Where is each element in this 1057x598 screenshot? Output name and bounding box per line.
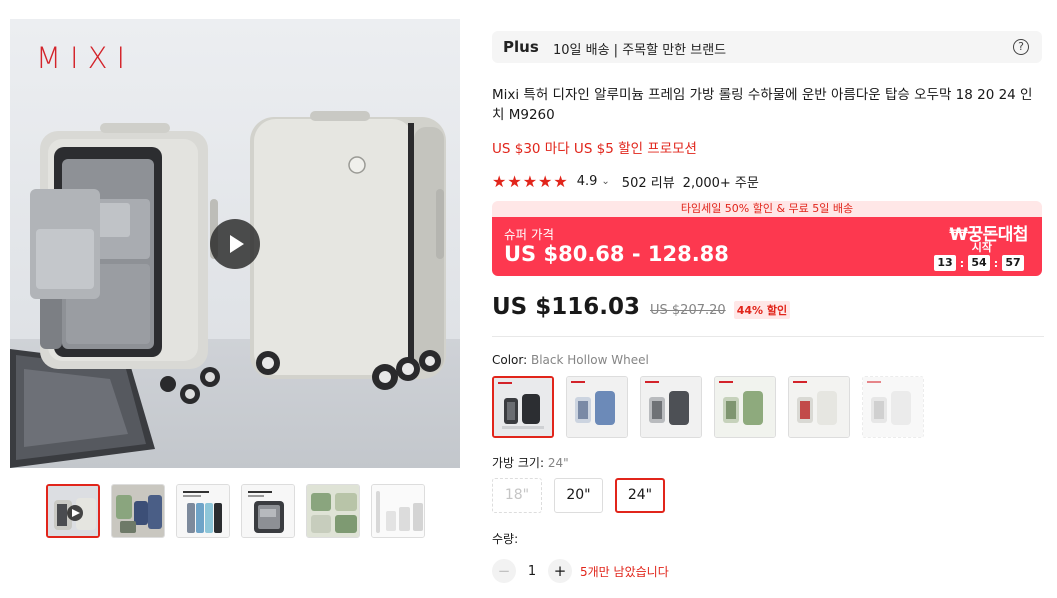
color-swatch-image xyxy=(715,377,775,437)
quantity-decrease-button[interactable]: − xyxy=(492,559,516,583)
plus-benefits-text: 10일 배송 | 주목할 만한 브랜드 xyxy=(553,43,727,58)
plus-logo: Plus xyxy=(503,38,539,56)
chevron-down-icon[interactable]: ⌄ xyxy=(601,176,609,187)
color-option-green[interactable] xyxy=(714,376,776,438)
quantity-input[interactable]: 1 xyxy=(516,564,548,579)
star-rating-icon: ★★★★★ xyxy=(492,171,569,191)
color-option-black[interactable] xyxy=(492,376,554,438)
color-swatch-image xyxy=(641,377,701,437)
thumbnail-size-lineup[interactable] xyxy=(371,484,425,538)
divider xyxy=(492,336,1044,337)
thumbnail-image xyxy=(372,485,424,537)
product-info-panel: Plus 10일 배송 | 주목할 만한 브랜드 ? Mixi 특허 디자인 알… xyxy=(492,0,1044,598)
order-count: 2,000+ 주문 xyxy=(682,175,759,191)
thumbnail-strip xyxy=(46,484,436,538)
color-swatch-image xyxy=(567,377,627,437)
countdown-minutes: 54 xyxy=(968,255,990,271)
thumbnail-green-lifestyle[interactable] xyxy=(306,484,360,538)
super-deal-banner: 슈퍼 가격 US $80.68 - 128.88 ₩꿍돈대첩 시작 13 : 5… xyxy=(492,217,1042,276)
product-title: Mixi 특허 디자인 알루미늄 프레임 가방 롤링 수하물에 운반 아름다운 … xyxy=(492,87,1033,123)
countdown-separator: : xyxy=(959,256,965,270)
discount-badge: 44% 할인 xyxy=(733,301,791,319)
size-value: 24" xyxy=(547,456,569,470)
thumbnail-video[interactable] xyxy=(46,484,100,538)
thumbnail-front-opening[interactable] xyxy=(241,484,295,538)
countdown-hours: 13 xyxy=(934,255,956,271)
main-product-image[interactable]: MIXI xyxy=(10,19,460,468)
super-deal-label: 슈퍼 가격 xyxy=(504,227,554,242)
video-play-button[interactable] xyxy=(210,219,260,269)
promotion-link[interactable]: US $30 마다 US $5 할인 프로모션 xyxy=(492,137,697,157)
event-start-label: 시작 xyxy=(971,241,992,254)
size-option-18[interactable]: 18" xyxy=(492,478,542,513)
color-label: Color: Black Hollow Wheel xyxy=(492,353,649,367)
size-option-20[interactable]: 20" xyxy=(554,478,603,513)
color-option-gray[interactable] xyxy=(640,376,702,438)
super-deal-price: US $80.68 - 128.88 xyxy=(504,242,729,266)
color-label-text: Color: xyxy=(492,353,531,367)
quantity-increase-button[interactable]: + xyxy=(548,559,572,583)
thumbnail-color-set[interactable] xyxy=(111,484,165,538)
current-price: US $116.03 xyxy=(492,294,641,320)
size-option-24[interactable]: 24" xyxy=(615,478,665,513)
stock-warning: 5개만 남았습니다 xyxy=(580,564,669,579)
rating-row: ★★★★★ 4.9 ⌄ 502 리뷰 2,000+ 주문 xyxy=(492,171,759,191)
thumbnail-image xyxy=(48,486,98,536)
color-option-blue[interactable] xyxy=(566,376,628,438)
original-price: US $207.20 xyxy=(650,303,726,318)
quantity-label: 수량: xyxy=(492,532,519,546)
color-option-white[interactable] xyxy=(788,376,850,438)
price-row: US $116.03 US $207.20 44% 할인 xyxy=(492,294,791,322)
review-count[interactable]: 502 리뷰 xyxy=(622,172,675,191)
plus-banner[interactable]: Plus 10일 배송 | 주목할 만한 브랜드 ? xyxy=(492,31,1042,63)
color-swatch-image xyxy=(789,377,849,437)
countdown-seconds: 57 xyxy=(1002,255,1024,271)
timesale-strip: 타임세일 50% 할인 & 무료 5일 배송 xyxy=(492,201,1042,217)
help-icon[interactable]: ? xyxy=(1013,39,1029,55)
thumbnail-image xyxy=(177,485,229,537)
thumbnail-image xyxy=(307,485,359,537)
color-option-light-gray[interactable] xyxy=(862,376,924,438)
color-value: Black Hollow Wheel xyxy=(530,353,649,367)
thumbnail-image xyxy=(112,485,164,537)
thumbnail-image xyxy=(242,485,294,537)
countdown-separator: : xyxy=(993,256,999,270)
size-label-text: 가방 크기: xyxy=(492,456,548,470)
thumbnail-alloy-frame[interactable] xyxy=(176,484,230,538)
color-swatch-image xyxy=(863,377,923,437)
brand-logo: MIXI xyxy=(36,41,134,75)
quantity-stepper: − 1 + 5개만 남았습니다 xyxy=(492,558,669,584)
rating-score[interactable]: 4.9 xyxy=(577,174,598,189)
countdown-timer: 13 : 54 : 57 xyxy=(934,255,1024,271)
color-swatch-image xyxy=(494,378,552,436)
size-label: 가방 크기: 24" xyxy=(492,454,569,471)
